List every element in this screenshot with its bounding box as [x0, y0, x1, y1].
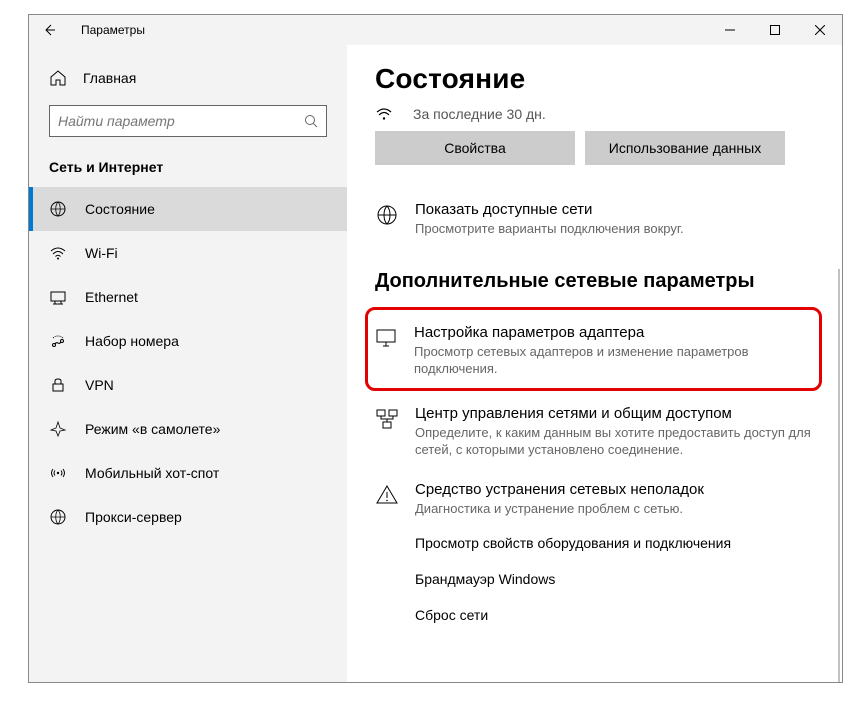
sidebar-item-label: Набор номера: [85, 333, 179, 349]
tile-desc: Просмотрите варианты подключения вокруг.: [415, 220, 814, 238]
titlebar: Параметры: [29, 15, 842, 45]
sidebar-item-label: Режим «в самолете»: [85, 421, 220, 437]
back-button[interactable]: [29, 15, 69, 45]
warning-icon: [375, 483, 399, 507]
signal-icon: [375, 105, 399, 123]
sidebar-item-label: Ethernet: [85, 289, 138, 305]
tile-title: Центр управления сетями и общим доступом: [415, 405, 814, 422]
sidebar-item-label: Мобильный хот-спот: [85, 465, 219, 481]
network-share-icon: [375, 407, 399, 431]
page-title: Состояние: [375, 63, 814, 95]
sidebar-item-dialup[interactable]: Набор номера: [29, 319, 347, 363]
content-area: Состояние За последние 30 дн. Свойства И…: [347, 45, 842, 682]
sidebar-item-label: VPN: [85, 377, 114, 393]
troubleshoot-tile[interactable]: Средство устранения сетевых неполадок Ди…: [375, 477, 814, 536]
sidebar-item-status[interactable]: Состояние: [29, 187, 347, 231]
close-button[interactable]: [797, 15, 842, 45]
status-icon: [49, 200, 67, 218]
category-label: Сеть и Интернет: [29, 155, 347, 187]
adapter-settings-tile[interactable]: Настройка параметров адаптера Просмотр с…: [374, 320, 809, 378]
tile-desc: Определите, к каким данным вы хотите пре…: [415, 424, 814, 459]
network-center-tile[interactable]: Центр управления сетями и общим доступом…: [375, 401, 814, 477]
show-networks-tile[interactable]: Показать доступные сети Просмотрите вари…: [375, 197, 814, 256]
sidebar-item-hotspot[interactable]: Мобильный хот-спот: [29, 451, 347, 495]
content-scrollbar[interactable]: [838, 269, 840, 682]
status-meta: За последние 30 дн.: [375, 105, 814, 123]
hotspot-icon: [49, 464, 67, 482]
home-icon: [49, 69, 67, 87]
search-icon: [304, 114, 318, 128]
wifi-icon: [49, 244, 67, 262]
data-usage-button[interactable]: Использование данных: [585, 131, 785, 165]
tile-desc: Просмотр сетевых адаптеров и изменение п…: [414, 343, 809, 378]
sidebar-item-ethernet[interactable]: Ethernet: [29, 275, 347, 319]
tile-title: Настройка параметров адаптера: [414, 324, 809, 341]
proxy-icon: [49, 508, 67, 526]
ethernet-icon: [49, 288, 67, 306]
highlight-annotation: Настройка параметров адаптера Просмотр с…: [365, 307, 822, 391]
tile-desc: Диагностика и устранение проблем с сетью…: [415, 500, 814, 518]
sidebar-item-label: Прокси-сервер: [85, 509, 182, 525]
properties-button[interactable]: Свойства: [375, 131, 575, 165]
sidebar-item-proxy[interactable]: Прокси-сервер: [29, 495, 347, 539]
home-label: Главная: [83, 70, 136, 86]
dialup-icon: [49, 332, 67, 350]
home-nav[interactable]: Главная: [29, 63, 347, 93]
firewall-link[interactable]: Брандмауэр Windows: [415, 571, 814, 587]
monitor-icon: [374, 326, 398, 350]
minimize-button[interactable]: [707, 15, 752, 45]
airplane-icon: [49, 420, 67, 438]
tile-title: Показать доступные сети: [415, 201, 814, 218]
sidebar-item-wifi[interactable]: Wi-Fi: [29, 231, 347, 275]
vpn-icon: [49, 376, 67, 394]
maximize-button[interactable]: [752, 15, 797, 45]
sidebar-item-label: Wi-Fi: [85, 245, 118, 261]
network-reset-link[interactable]: Сброс сети: [415, 607, 814, 623]
sidebar-item-label: Состояние: [85, 201, 155, 217]
hardware-properties-link[interactable]: Просмотр свойств оборудования и подключе…: [415, 535, 814, 551]
sidebar-item-vpn[interactable]: VPN: [29, 363, 347, 407]
globe-icon: [375, 203, 399, 227]
section-heading: Дополнительные сетевые параметры: [375, 270, 814, 293]
window-title: Параметры: [69, 23, 145, 37]
status-meta-text: За последние 30 дн.: [413, 106, 546, 122]
search-input[interactable]: [49, 105, 327, 137]
tile-title: Средство устранения сетевых неполадок: [415, 481, 814, 498]
search-field[interactable]: [58, 113, 304, 129]
sidebar: Главная Сеть и Интернет Состояние Wi-Fi …: [29, 45, 347, 682]
sidebar-item-airplane[interactable]: Режим «в самолете»: [29, 407, 347, 451]
